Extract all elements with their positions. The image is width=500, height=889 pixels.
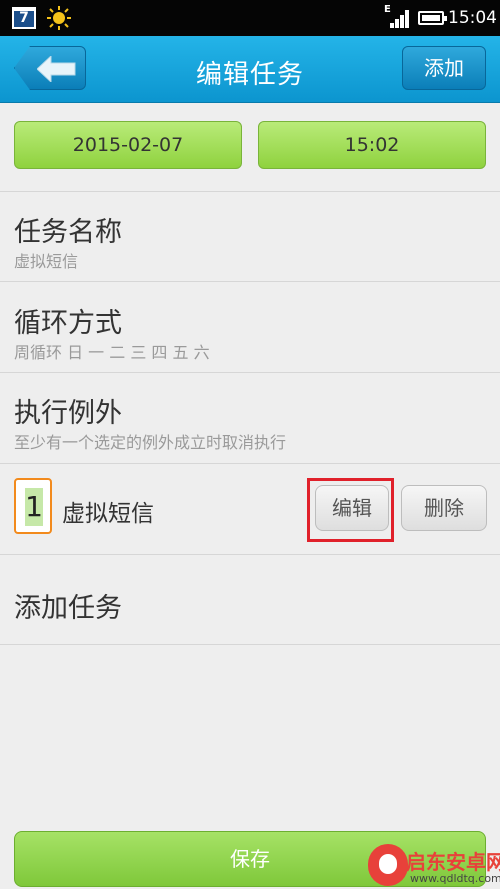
delete-button[interactable]: 删除 — [401, 485, 487, 531]
calendar-icon: 7 — [12, 7, 36, 29]
status-time: 15:04 — [448, 8, 497, 28]
exception-index: 1 — [14, 478, 52, 534]
add-task-button[interactable]: 添加任务 — [14, 586, 122, 625]
signal-icon: E — [384, 4, 410, 28]
divider — [0, 644, 500, 645]
battery-icon — [418, 11, 447, 25]
exception-name: 虚拟短信 — [62, 501, 154, 527]
task-name-value: 虚拟短信 — [14, 252, 79, 271]
divider — [0, 372, 500, 373]
add-button[interactable]: 添加 — [402, 46, 486, 90]
watermark-url: www.qdldtq.com — [410, 872, 500, 885]
date-button[interactable]: 2015-02-07 — [14, 121, 242, 169]
exceptions-label: 执行例外 — [14, 398, 122, 429]
divider — [0, 281, 500, 282]
exception-index-number: 1 — [25, 488, 43, 526]
sun-icon — [47, 6, 71, 30]
watermark-name: 启东安卓网 — [406, 850, 500, 874]
watermark: 启东安卓网 www.qdldtq.com — [360, 844, 500, 889]
title-bar: 编辑任务 添加 — [0, 36, 500, 103]
highlight-box — [307, 478, 394, 542]
task-name-label: 任务名称 — [14, 217, 122, 248]
divider — [0, 191, 500, 192]
status-bar: 7 E 15:04 — [0, 0, 500, 36]
divider — [0, 463, 500, 464]
time-button[interactable]: 15:02 — [258, 121, 486, 169]
exceptions-hint: 至少有一个选定的例外成立时取消执行 — [14, 433, 287, 452]
divider — [0, 554, 500, 555]
repeat-value: 周循环 日 一 二 三 四 五 六 — [14, 343, 210, 362]
repeat-label: 循环方式 — [14, 308, 122, 339]
watermark-logo-icon — [368, 844, 408, 886]
